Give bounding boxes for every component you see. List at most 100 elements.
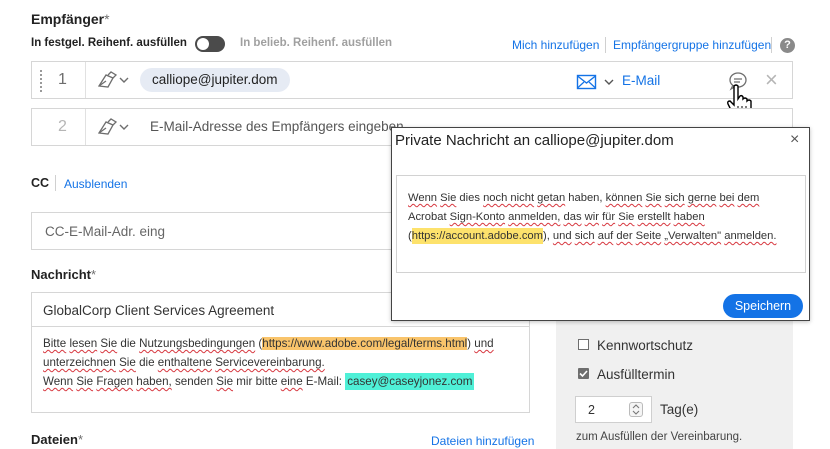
chevron-down-icon xyxy=(604,79,614,85)
word: senden xyxy=(174,375,214,388)
word: sich xyxy=(664,192,685,204)
save-button[interactable]: Speichern xyxy=(723,294,803,318)
recipient-row-1: 1 calliope@jupiter.dom E-Mail × xyxy=(31,61,793,99)
required-mark: * xyxy=(90,267,97,282)
word: Sign-Konto xyxy=(449,211,506,223)
word: dies xyxy=(459,192,480,204)
delivery-method-dropdown[interactable]: E-Mail xyxy=(576,72,666,92)
recipients-title: Empfänger* xyxy=(31,11,110,27)
dialog-close-button[interactable]: × xyxy=(790,131,799,149)
days-value: 2 xyxy=(588,403,595,417)
add-files-link[interactable]: Dateien hinzufügen xyxy=(431,434,534,448)
pen-icon xyxy=(97,118,129,135)
drag-handle-icon[interactable] xyxy=(40,70,42,92)
word: Fragen xyxy=(96,375,134,388)
add-recipient-group-link[interactable]: Empfängergruppe hinzufügen xyxy=(613,38,771,52)
word: Sie xyxy=(645,192,662,204)
word: Sie xyxy=(119,356,136,369)
cc-email-input[interactable]: CC-E-Mail-Adr. eing xyxy=(31,212,431,250)
signer-role-dropdown[interactable] xyxy=(96,117,130,137)
files-title: Dateien* xyxy=(31,432,83,447)
word: Sie xyxy=(440,192,457,204)
remove-recipient-button[interactable]: × xyxy=(765,68,778,92)
cc-hide-link[interactable]: Ausblenden xyxy=(64,177,127,191)
options-panel: Kennwortschutz Ausfülltermin 2 Tag(e) zu… xyxy=(556,320,793,449)
checkmark-icon xyxy=(579,370,588,378)
word: haben xyxy=(673,211,705,223)
days-unit-label: Tag(e) xyxy=(660,402,699,417)
word: Sie xyxy=(618,211,635,223)
private-message-text: Wenn Sie dies noch nicht getan haben, kö… xyxy=(408,189,803,246)
message-subject-value: GlobalCorp Client Services Agreement xyxy=(43,303,275,318)
word: auf xyxy=(597,230,614,242)
add-me-link[interactable]: Mich hinzufügen xyxy=(512,38,599,52)
recipients-title-text: Empfänger xyxy=(31,11,105,27)
word: getan xyxy=(537,192,566,204)
word: anmelden. xyxy=(724,230,777,242)
word: dem xyxy=(737,192,760,204)
days-stepper[interactable]: 2 xyxy=(575,396,652,423)
recipient-email-input[interactable]: E-Mail-Adresse des Empfängers eingeben xyxy=(150,119,404,134)
message-body-textarea[interactable]: Bitte lesen Sie die Nutzungsbedingungen … xyxy=(31,327,530,413)
order-toggle[interactable] xyxy=(195,36,225,52)
word: bei xyxy=(719,192,735,204)
dialog-title: Private Nachricht an calliope@jupiter.do… xyxy=(395,132,674,149)
password-checkbox[interactable] xyxy=(578,339,589,350)
password-label: Kennwortschutz xyxy=(597,338,694,353)
message-body-text: Bitte lesen Sie die Nutzungsbedingungen … xyxy=(43,334,523,391)
word: Wenn xyxy=(408,192,438,204)
word: enthaltene xyxy=(157,356,212,369)
word: Wenn xyxy=(43,375,74,388)
word: sich xyxy=(574,230,595,242)
word: erstellt xyxy=(637,211,671,223)
stepper-arrows-icon[interactable] xyxy=(629,402,643,417)
recipient-index: 1 xyxy=(58,71,67,88)
word: eine xyxy=(280,375,303,388)
message-title: Nachricht* xyxy=(31,267,96,282)
deadline-checkbox[interactable] xyxy=(578,368,589,379)
word: Sie xyxy=(216,375,234,388)
word: wir xyxy=(584,211,599,223)
word: „Verwalten" xyxy=(664,230,722,242)
toggle-knob xyxy=(197,38,209,50)
pen-icon xyxy=(97,71,129,88)
word: gerne xyxy=(687,192,717,204)
word: ), xyxy=(542,230,550,242)
word: Servicevereinbarung. xyxy=(215,356,325,369)
signer-role-dropdown[interactable] xyxy=(96,70,130,90)
required-mark: * xyxy=(104,11,110,27)
word: das xyxy=(563,211,582,223)
private-message-textarea[interactable]: Wenn Sie dies noch nicht getan haben, kö… xyxy=(396,175,806,273)
recipient-email-chip[interactable]: calliope@jupiter.dom xyxy=(140,68,290,92)
private-message-dialog: Private Nachricht an calliope@jupiter.do… xyxy=(391,127,810,321)
word: und xyxy=(552,230,572,242)
word: die xyxy=(120,337,136,350)
cc-email-placeholder: CC-E-Mail-Adr. eing xyxy=(45,224,166,239)
word: haben, xyxy=(568,192,603,204)
word: Acrobat xyxy=(408,211,447,223)
deadline-hint: zum Ausfüllen der Vereinbarung. xyxy=(576,431,743,443)
recipient-index: 2 xyxy=(58,118,67,135)
word: ) xyxy=(467,337,472,350)
word: haben, xyxy=(136,375,172,388)
word: Sie xyxy=(76,375,94,388)
word: für xyxy=(602,211,616,223)
word: bitte xyxy=(255,375,278,388)
word: E-Mail: xyxy=(305,375,342,388)
delivery-method-label: E-Mail xyxy=(622,73,661,88)
word: Nutzungsbedingungen xyxy=(139,337,256,350)
word: können xyxy=(605,192,643,204)
word: Bitte xyxy=(43,337,67,350)
word: unterzeichnen xyxy=(43,356,116,369)
cc-label: CC xyxy=(31,176,50,190)
link-separator xyxy=(605,37,606,53)
required-mark: * xyxy=(77,432,84,447)
help-icon[interactable]: ? xyxy=(780,38,795,53)
email-icon xyxy=(576,74,597,90)
word: die xyxy=(139,356,155,369)
terms-link-highlight: https://www.adobe.com/legal/terms.html xyxy=(262,337,468,350)
contact-email-highlight: casey@caseyjonez.com xyxy=(345,373,475,390)
message-title-text: Nachricht xyxy=(31,267,91,282)
word: mir xyxy=(236,375,253,388)
word: noch nicht xyxy=(483,192,535,204)
